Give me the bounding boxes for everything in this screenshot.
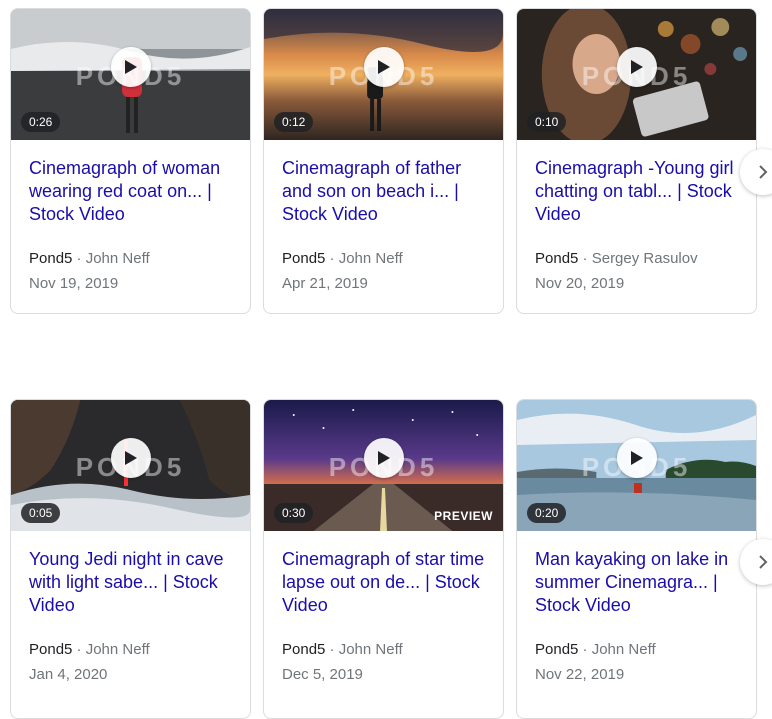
- play-icon[interactable]: [364, 47, 404, 87]
- play-icon[interactable]: [617, 47, 657, 87]
- video-source: Pond5 · John Neff: [29, 641, 232, 659]
- video-title-link[interactable]: Young Jedi night in cave with light sabe…: [29, 548, 232, 617]
- video-date: Nov 22, 2019: [535, 666, 625, 683]
- video-source: Pond5 · Sergey Rasulov: [535, 250, 738, 268]
- chevron-right-icon: [759, 165, 768, 179]
- video-card[interactable]: POND5 0:26 Cinemagraph of woman wearing …: [10, 8, 251, 314]
- source-author: John Neff: [85, 641, 150, 658]
- video-date: Nov 20, 2019: [535, 275, 625, 292]
- video-thumbnail[interactable]: POND5 0:12: [264, 9, 503, 140]
- play-icon[interactable]: [111, 438, 151, 478]
- duration-badge: 0:05: [21, 503, 61, 523]
- video-title-link[interactable]: Cinemagraph of star time lapse out on de…: [282, 548, 485, 617]
- video-card[interactable]: POND5 0:30 PREVIEW Cinemagraph of star t…: [263, 399, 504, 719]
- video-source: Pond5 · John Neff: [282, 641, 485, 659]
- video-card[interactable]: POND5 0:05 Young Jedi night in cave with…: [10, 399, 251, 719]
- source-site: Pond5: [535, 250, 579, 267]
- video-thumbnail[interactable]: POND5 0:30 PREVIEW: [264, 400, 503, 531]
- video-card[interactable]: POND5 0:12 Cinemagraph of father and son…: [263, 8, 504, 314]
- source-site: Pond5: [29, 641, 73, 658]
- source-site: Pond5: [29, 250, 73, 267]
- duration-badge: 0:26: [21, 112, 61, 132]
- separator: ·: [325, 250, 339, 267]
- separator: ·: [325, 641, 339, 658]
- separator: ·: [578, 641, 592, 658]
- video-title-link[interactable]: Cinemagraph of woman wearing red coat on…: [29, 157, 232, 226]
- video-card[interactable]: POND5 0:10 Cinemagraph -Young girl chatt…: [516, 8, 757, 314]
- source-author: John Neff: [338, 641, 403, 658]
- video-thumbnail[interactable]: POND5 0:26: [11, 9, 250, 140]
- duration-badge: 0:30: [274, 503, 314, 523]
- video-source: Pond5 · John Neff: [29, 250, 232, 268]
- source-author: John Neff: [85, 250, 150, 267]
- video-thumbnail[interactable]: POND5 0:10: [517, 9, 756, 140]
- separator: ·: [72, 641, 86, 658]
- video-date: Apr 21, 2019: [282, 275, 368, 292]
- duration-badge: 0:12: [274, 112, 314, 132]
- video-date: Jan 4, 2020: [29, 666, 108, 683]
- play-icon[interactable]: [111, 47, 151, 87]
- separator: ·: [72, 250, 86, 267]
- source-author: Sergey Rasulov: [591, 250, 698, 267]
- video-title-link[interactable]: Cinemagraph of father and son on beach i…: [282, 157, 485, 226]
- preview-badge: PREVIEW: [434, 509, 493, 523]
- source-author: John Neff: [338, 250, 403, 267]
- source-site: Pond5: [282, 250, 326, 267]
- video-source: Pond5 · John Neff: [535, 641, 738, 659]
- video-source: Pond5 · John Neff: [282, 250, 485, 268]
- video-date: Dec 5, 2019: [282, 666, 363, 683]
- separator: ·: [578, 250, 592, 267]
- duration-badge: 0:10: [527, 112, 567, 132]
- play-icon[interactable]: [364, 438, 404, 478]
- video-date: Nov 19, 2019: [29, 275, 119, 292]
- play-icon[interactable]: [617, 438, 657, 478]
- source-author: John Neff: [591, 641, 656, 658]
- video-title-link[interactable]: Cinemagraph -Young girl chatting on tabl…: [535, 157, 738, 226]
- source-site: Pond5: [535, 641, 579, 658]
- video-card[interactable]: POND5 0:20 Man kayaking on lake in summe…: [516, 399, 757, 719]
- video-title-link[interactable]: Man kayaking on lake in summer Cinemagra…: [535, 548, 738, 617]
- video-thumbnail[interactable]: POND5 0:20: [517, 400, 756, 531]
- source-site: Pond5: [282, 641, 326, 658]
- chevron-right-icon: [759, 555, 768, 569]
- duration-badge: 0:20: [527, 503, 567, 523]
- video-thumbnail[interactable]: POND5 0:05: [11, 400, 250, 531]
